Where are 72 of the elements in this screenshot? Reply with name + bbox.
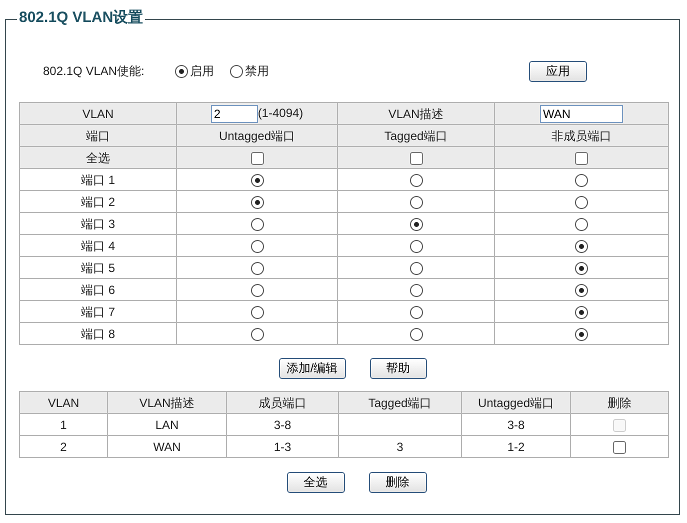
radio-button[interactable] bbox=[250, 196, 264, 209]
radio-button[interactable] bbox=[575, 284, 588, 297]
port-label: 端口 3 bbox=[20, 212, 176, 234]
radio-button[interactable] bbox=[575, 196, 588, 209]
column-header: VLAN描述 bbox=[108, 392, 226, 414]
column-header: VLAN bbox=[20, 392, 108, 414]
table-cell: 2 bbox=[20, 436, 108, 458]
column-header: Tagged端口 bbox=[338, 124, 494, 146]
select-all-checkbox[interactable] bbox=[410, 152, 422, 165]
radio-button[interactable] bbox=[575, 174, 588, 187]
radio-button[interactable] bbox=[410, 262, 422, 275]
column-header: 删除 bbox=[570, 392, 668, 414]
table-cell: 3-8 bbox=[226, 414, 338, 436]
radio-button[interactable] bbox=[410, 174, 422, 187]
port-label: 端口 1 bbox=[20, 168, 176, 190]
radio-button[interactable] bbox=[410, 328, 422, 341]
port-label: 端口 8 bbox=[20, 322, 176, 344]
table-cell: LAN bbox=[108, 414, 226, 436]
radio-button[interactable] bbox=[410, 306, 422, 319]
header-cell: VLAN bbox=[20, 102, 176, 124]
select-all-checkbox[interactable] bbox=[250, 152, 264, 165]
enable-label: 802.1Q VLAN使能: bbox=[43, 63, 146, 80]
column-header: Untagged端口 bbox=[462, 392, 570, 414]
radio-button[interactable] bbox=[230, 64, 243, 78]
radio-button[interactable] bbox=[575, 262, 588, 275]
port-label: 端口 7 bbox=[20, 300, 176, 322]
add-edit-button[interactable]: 添加/编辑 bbox=[278, 358, 346, 379]
radio-button[interactable] bbox=[250, 218, 264, 231]
radio-button[interactable] bbox=[250, 174, 264, 187]
vlan-description-field[interactable]: WAN bbox=[540, 104, 623, 123]
delete-button[interactable]: 删除 bbox=[368, 472, 426, 493]
panel-title: 802.1Q VLAN设置 bbox=[17, 8, 146, 28]
radio-button[interactable] bbox=[410, 284, 422, 297]
radio-button[interactable] bbox=[410, 196, 422, 209]
port-label: 端口 5 bbox=[20, 256, 176, 278]
radio-button[interactable] bbox=[250, 240, 264, 253]
option-label: 启用 bbox=[190, 63, 214, 80]
apply-button[interactable]: 应用 bbox=[529, 60, 587, 82]
radio-button[interactable] bbox=[575, 218, 588, 231]
radio-button[interactable] bbox=[575, 240, 588, 253]
range-hint: (1-4094) bbox=[258, 106, 304, 120]
column-header: 端口 bbox=[20, 124, 176, 146]
select-all-checkbox[interactable] bbox=[575, 152, 588, 165]
radio-button[interactable] bbox=[250, 328, 264, 341]
column-header: 非成员端口 bbox=[494, 124, 668, 146]
table-cell: 1-3 bbox=[226, 436, 338, 458]
radio-button[interactable] bbox=[250, 262, 264, 275]
header-cell: VLAN描述 bbox=[338, 102, 494, 124]
table-cell: 3-8 bbox=[462, 414, 570, 436]
radio-button[interactable] bbox=[410, 240, 422, 253]
table-cell: 1-2 bbox=[462, 436, 570, 458]
radio-button[interactable] bbox=[410, 218, 422, 231]
column-header: Untagged端口 bbox=[176, 124, 338, 146]
port-label: 端口 6 bbox=[20, 278, 176, 300]
help-button[interactable]: 帮助 bbox=[370, 358, 426, 379]
delete-checkbox[interactable] bbox=[613, 440, 626, 454]
column-header: Tagged端口 bbox=[338, 392, 462, 414]
radio-button[interactable] bbox=[175, 64, 188, 78]
radio-button[interactable] bbox=[250, 284, 264, 297]
radio-button[interactable] bbox=[250, 306, 264, 319]
radio-button[interactable] bbox=[575, 306, 588, 319]
port-label: 端口 4 bbox=[20, 234, 176, 256]
port-label: 端口 2 bbox=[20, 190, 176, 212]
select-all-label: 全选 bbox=[20, 146, 176, 168]
column-header: 成员端口 bbox=[226, 392, 338, 414]
vlan-id-field[interactable]: 2 bbox=[210, 104, 258, 123]
option-label: 禁用 bbox=[245, 63, 269, 80]
table-cell: 1 bbox=[20, 414, 108, 436]
table-cell: WAN bbox=[108, 436, 226, 458]
table-cell: 3 bbox=[338, 436, 462, 458]
select-all-button[interactable]: 全选 bbox=[286, 472, 344, 493]
radio-button[interactable] bbox=[575, 328, 588, 341]
